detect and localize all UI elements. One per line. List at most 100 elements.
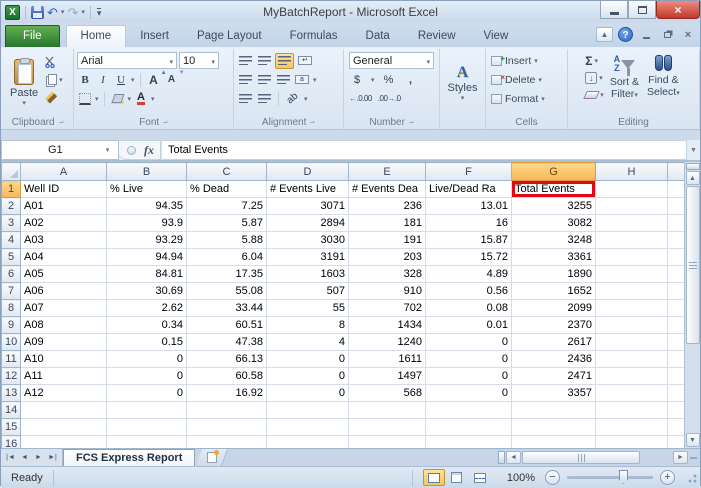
column-header-F[interactable]: F bbox=[426, 163, 512, 181]
cell-E2[interactable]: 236 bbox=[349, 198, 426, 215]
cell-F14[interactable] bbox=[426, 402, 512, 419]
align-right-button[interactable] bbox=[275, 72, 291, 88]
cell-E14[interactable] bbox=[349, 402, 426, 419]
zoom-out-button[interactable]: − bbox=[545, 470, 560, 485]
cell-partial-15[interactable] bbox=[668, 419, 685, 436]
cell-partial-8[interactable] bbox=[668, 300, 685, 317]
row-header-1[interactable]: 1 bbox=[2, 181, 21, 198]
column-header-E[interactable]: E bbox=[349, 163, 426, 181]
cell-H1[interactable] bbox=[596, 181, 668, 198]
cell-C10[interactable]: 47.38 bbox=[187, 334, 267, 351]
row-header-3[interactable]: 3 bbox=[2, 215, 21, 232]
column-header-A[interactable]: A bbox=[21, 163, 107, 181]
cell-G8[interactable]: 2099 bbox=[512, 300, 596, 317]
cell-C4[interactable]: 5.88 bbox=[187, 232, 267, 249]
column-header-partial[interactable] bbox=[668, 163, 685, 181]
workbook-minimize-icon[interactable] bbox=[638, 28, 654, 41]
cell-A1[interactable]: Well ID bbox=[21, 181, 107, 198]
row-header-9[interactable]: 9 bbox=[2, 317, 21, 334]
split-handle[interactable] bbox=[686, 163, 700, 170]
cell-C5[interactable]: 6.04 bbox=[187, 249, 267, 266]
cell-H12[interactable] bbox=[596, 368, 668, 385]
select-all-corner[interactable] bbox=[2, 163, 21, 181]
row-header-14[interactable]: 14 bbox=[2, 402, 21, 419]
cell-D9[interactable]: 8 bbox=[267, 317, 349, 334]
cell-D5[interactable]: 3191 bbox=[267, 249, 349, 266]
cell-G15[interactable] bbox=[512, 419, 596, 436]
tab-file[interactable]: File bbox=[5, 25, 60, 47]
cell-H10[interactable] bbox=[596, 334, 668, 351]
cell-B11[interactable]: 0 bbox=[107, 351, 187, 368]
minimize-ribbon-icon[interactable]: ▲ bbox=[596, 27, 613, 42]
cell-H16[interactable] bbox=[596, 436, 668, 449]
cell-partial-3[interactable] bbox=[668, 215, 685, 232]
cell-A15[interactable] bbox=[21, 419, 107, 436]
row-header-5[interactable]: 5 bbox=[2, 249, 21, 266]
increase-decimal-button[interactable]: ←.0.00 bbox=[349, 94, 372, 103]
cell-C7[interactable]: 55.08 bbox=[187, 283, 267, 300]
percent-button[interactable]: % bbox=[381, 72, 397, 88]
number-format-select[interactable]: General bbox=[349, 52, 434, 69]
paste-dropdown-icon[interactable]: ▾ bbox=[22, 99, 26, 107]
dialog-launcher-icon[interactable]: ⌐ bbox=[310, 116, 315, 129]
currency-button[interactable]: $ bbox=[349, 72, 365, 88]
cell-C11[interactable]: 66.13 bbox=[187, 351, 267, 368]
cell-B6[interactable]: 84.81 bbox=[107, 266, 187, 283]
cell-H14[interactable] bbox=[596, 402, 668, 419]
close-button[interactable]: × bbox=[656, 1, 700, 19]
align-top-button[interactable] bbox=[237, 53, 253, 69]
dialog-launcher-icon[interactable]: ⌐ bbox=[409, 116, 414, 129]
cell-D7[interactable]: 507 bbox=[267, 283, 349, 300]
cell-B1[interactable]: % Live bbox=[107, 181, 187, 198]
cell-A6[interactable]: A05 bbox=[21, 266, 107, 283]
cell-E3[interactable]: 181 bbox=[349, 215, 426, 232]
cell-E8[interactable]: 702 bbox=[349, 300, 426, 317]
column-header-H[interactable]: H bbox=[596, 163, 668, 181]
cell-B14[interactable] bbox=[107, 402, 187, 419]
insert-worksheet-tab[interactable] bbox=[196, 449, 228, 466]
row-header-16[interactable]: 16 bbox=[2, 436, 21, 449]
cell-B2[interactable]: 94.35 bbox=[107, 198, 187, 215]
cell-F1[interactable]: Live/Dead Ra bbox=[426, 181, 512, 198]
sort-filter-button[interactable]: AZ Sort & Filter▾ bbox=[608, 51, 641, 115]
cell-B8[interactable]: 2.62 bbox=[107, 300, 187, 317]
cell-partial-7[interactable] bbox=[668, 283, 685, 300]
horizontal-scroll-thumb[interactable] bbox=[522, 451, 640, 464]
cell-H5[interactable] bbox=[596, 249, 668, 266]
cell-B5[interactable]: 94.94 bbox=[107, 249, 187, 266]
cell-B7[interactable]: 30.69 bbox=[107, 283, 187, 300]
cell-B12[interactable]: 0 bbox=[107, 368, 187, 385]
cell-H3[interactable] bbox=[596, 215, 668, 232]
redo-dropdown-icon[interactable]: ▾ bbox=[81, 8, 85, 16]
cell-A8[interactable]: A07 bbox=[21, 300, 107, 317]
delete-cells-button[interactable]: ×Delete▾ bbox=[491, 70, 564, 89]
tab-home[interactable]: Home bbox=[66, 25, 127, 47]
name-box[interactable]: G1 ▾ bbox=[1, 140, 119, 160]
cell-E15[interactable] bbox=[349, 419, 426, 436]
tab-insert[interactable]: Insert bbox=[126, 26, 183, 47]
format-painter-button[interactable] bbox=[45, 90, 63, 105]
align-center-button[interactable] bbox=[256, 72, 272, 88]
grow-font-button[interactable]: A▲ bbox=[146, 72, 162, 88]
italic-button[interactable]: I bbox=[95, 72, 111, 88]
workbook-restore-icon[interactable] bbox=[659, 28, 675, 41]
cell-H11[interactable] bbox=[596, 351, 668, 368]
cell-D3[interactable]: 2894 bbox=[267, 215, 349, 232]
cell-C9[interactable]: 60.51 bbox=[187, 317, 267, 334]
row-header-15[interactable]: 15 bbox=[2, 419, 21, 436]
cell-E9[interactable]: 1434 bbox=[349, 317, 426, 334]
tab-review[interactable]: Review bbox=[404, 26, 470, 47]
cell-B16[interactable] bbox=[107, 436, 187, 449]
zoom-slider[interactable] bbox=[567, 476, 653, 479]
scroll-right-icon[interactable]: ► bbox=[673, 451, 688, 464]
cell-D4[interactable]: 3030 bbox=[267, 232, 349, 249]
row-header-8[interactable]: 8 bbox=[2, 300, 21, 317]
cell-F10[interactable]: 0 bbox=[426, 334, 512, 351]
cell-C14[interactable] bbox=[187, 402, 267, 419]
cell-G11[interactable]: 2436 bbox=[512, 351, 596, 368]
cell-G12[interactable]: 2471 bbox=[512, 368, 596, 385]
cell-A2[interactable]: A01 bbox=[21, 198, 107, 215]
cell-G6[interactable]: 1890 bbox=[512, 266, 596, 283]
cell-F2[interactable]: 13.01 bbox=[426, 198, 512, 215]
minimize-button[interactable] bbox=[600, 1, 628, 19]
